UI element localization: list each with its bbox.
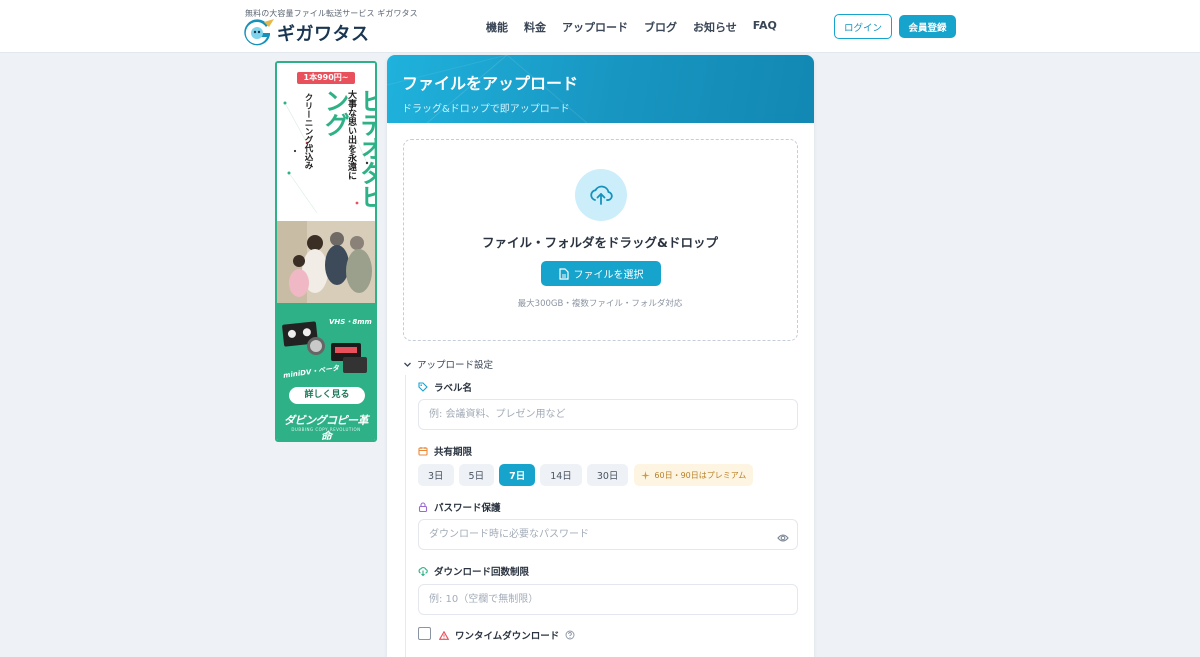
site-tagline: 無料の大容量ファイル転送サービス ギガワタス (245, 9, 418, 18)
help-icon[interactable] (565, 630, 575, 640)
download-limit-label: ダウンロード回数制限 (418, 564, 529, 578)
login-button[interactable]: ログイン (834, 14, 892, 39)
chevron-down-icon (404, 362, 411, 367)
family-image (277, 221, 375, 303)
upload-panel-subtitle: ドラッグ&ドロップで即アップロード (402, 104, 570, 115)
share-period-label: 共有期限 (418, 444, 472, 458)
nav-blog[interactable]: ブログ (644, 19, 677, 35)
upload-settings-toggle[interactable]: アップロード設定 (403, 357, 493, 371)
ad-more-button[interactable]: 詳しく見る (289, 387, 365, 404)
warning-icon (439, 630, 449, 640)
ad-banner[interactable]: 1本990円~ ビデオダビング 大事な思い出を永遠に クリーニング代込み VHS… (275, 61, 377, 442)
tag-icon (418, 382, 428, 392)
share-period-text: 共有期限 (434, 447, 473, 458)
period-option-7d[interactable]: 7日 (499, 464, 536, 486)
label-name-input[interactable] (418, 399, 798, 430)
download-cloud-icon (418, 567, 428, 576)
upload-panel-title: ファイルをアップロード (402, 74, 579, 93)
period-option-3d[interactable]: 3日 (418, 464, 454, 486)
one-time-label: ワンタイムダウンロード (439, 628, 575, 642)
password-label-text: パスワード保護 (434, 503, 501, 514)
password-label: パスワード保護 (418, 500, 501, 514)
ad-brand-sub: DUBBING COPY REVOLUTION (291, 427, 361, 432)
logo-text: ギガワタス (277, 24, 370, 45)
label-name-label: ラベル名 (418, 380, 472, 394)
upload-panel: ファイルをアップロード ドラッグ&ドロップで即アップロード ファイル・フォルダを… (387, 55, 814, 657)
calendar-icon (418, 447, 428, 456)
one-time-text: ワンタイムダウンロード (455, 631, 560, 642)
upload-settings-label: アップロード設定 (417, 360, 494, 371)
select-file-label: ファイルを選択 (573, 270, 644, 281)
ad-bottom-section: VHS・8mm miniDV・ベータ 詳しく見る ダビングコピー革命 DUBBI… (277, 303, 375, 440)
nav-pricing[interactable]: 料金 (524, 19, 546, 35)
drop-zone[interactable]: ファイル・フォルダをドラッグ&ドロップ ファイルを選択 最大300GB・複数ファ… (403, 139, 798, 341)
drop-zone-note: 最大300GB・複数ファイル・フォルダ対応 (517, 299, 683, 309)
show-password-icon[interactable] (777, 528, 789, 547)
upload-cloud-icon (575, 169, 627, 221)
beta-tape-icon (343, 357, 367, 373)
period-option-30d[interactable]: 30日 (586, 464, 629, 486)
register-button[interactable]: 会員登録 (899, 15, 956, 38)
settings-divider (405, 375, 406, 657)
nav-news[interactable]: お知らせ (693, 19, 737, 35)
site-logo[interactable]: ギガワタス (244, 19, 370, 47)
sparkle-icon (641, 470, 651, 480)
period-option-14d[interactable]: 14日 (540, 464, 582, 486)
ad-line1: 大事な思い出を永遠に (346, 90, 356, 180)
period-option-5d[interactable]: 5日 (458, 464, 495, 486)
download-limit-text: ダウンロード回数制限 (434, 567, 530, 578)
drop-zone-text: ファイル・フォルダをドラッグ&ドロップ (482, 235, 718, 250)
nav-faq[interactable]: FAQ (753, 19, 777, 35)
password-input[interactable] (418, 519, 798, 550)
premium-note: 60日・90日はプレミアム (634, 464, 754, 486)
ad-family-photo (277, 221, 375, 303)
ad-minidv-text: miniDV・ベータ (282, 364, 340, 380)
main-nav: 機能 料金 アップロード ブログ お知らせ FAQ (486, 19, 793, 35)
film-reel-icon (307, 337, 325, 355)
ad-line2: クリーニング代込み (303, 93, 313, 170)
one-time-checkbox[interactable] (418, 627, 431, 640)
file-icon (558, 267, 569, 280)
ad-vhs-text: VHS・8mm (329, 318, 372, 326)
logo-g-icon (244, 19, 274, 47)
share-period-options: 3日 5日 7日 14日 30日 60日・90日はプレミアム (418, 464, 754, 486)
lock-icon (418, 502, 428, 512)
download-limit-input[interactable] (418, 584, 798, 615)
nav-upload[interactable]: アップロード (562, 19, 628, 35)
upload-panel-header: ファイルをアップロード ドラッグ&ドロップで即アップロード (387, 55, 814, 123)
label-name-text: ラベル名 (434, 383, 473, 394)
site-header: 無料の大容量ファイル転送サービス ギガワタス ギガワタス 機能 料金 アップロー… (0, 0, 1200, 53)
select-file-button[interactable]: ファイルを選択 (541, 261, 661, 286)
nav-features[interactable]: 機能 (486, 19, 508, 35)
premium-note-text: 60日・90日はプレミアム (654, 470, 747, 480)
ad-top-section: 1本990円~ ビデオダビング 大事な思い出を永遠に クリーニング代込み (277, 63, 375, 221)
ad-price-tag: 1本990円~ (297, 72, 355, 84)
